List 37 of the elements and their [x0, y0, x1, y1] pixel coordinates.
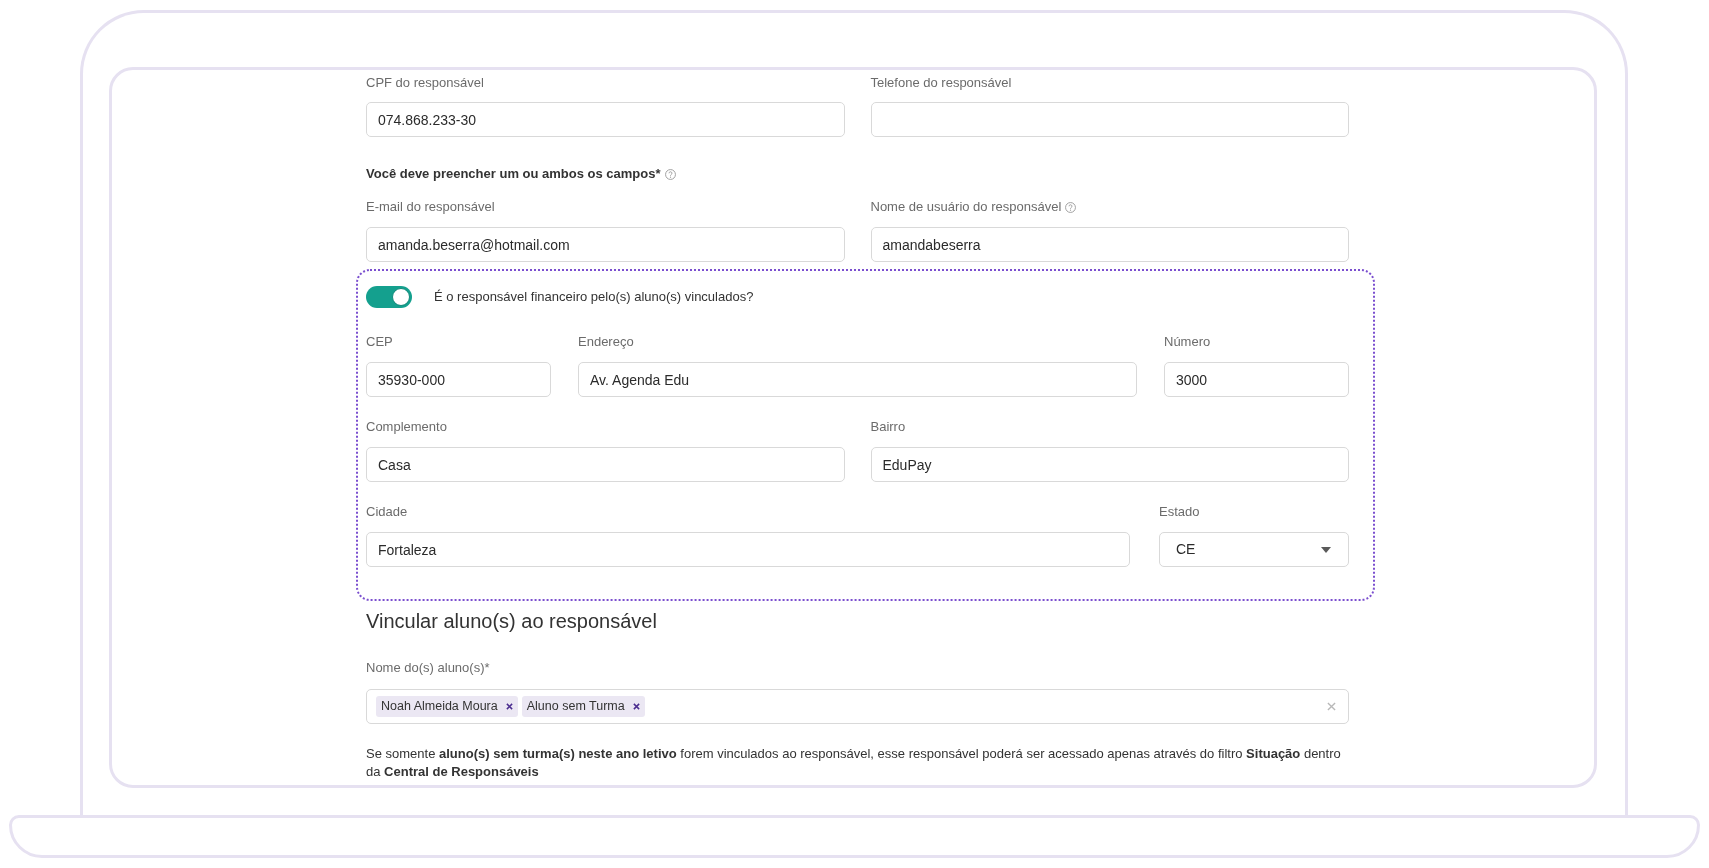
field-label: CEP: [366, 333, 393, 351]
student-chip[interactable]: Aluno sem Turma: [521, 696, 645, 717]
state-dropdown[interactable]: CE: [1159, 532, 1349, 567]
text-input[interactable]: 35930-000: [366, 362, 551, 397]
field-label: Nome de usuário do responsável: [870, 198, 1062, 216]
field-label: Telefone do responsável: [870, 74, 1012, 92]
text-input[interactable]: 074.868.233-30: [366, 102, 845, 137]
field-label: Nome do(s) aluno(s)*: [366, 659, 490, 677]
text-input[interactable]: amanda.beserra@hotmail.com: [366, 227, 845, 262]
text-input[interactable]: amandabeserra: [870, 227, 1349, 262]
field-label: Endereço: [578, 333, 634, 351]
help-icon[interactable]: [664, 168, 676, 180]
text-input[interactable]: Fortaleza: [366, 532, 1130, 567]
field-label: Cidade: [366, 503, 408, 521]
remove-icon[interactable]: [632, 703, 640, 710]
info-paragraph: Se somente aluno(s) sem turma(s) neste ano letivo forem vinculados ao responsável, esse responsável poderá ser acessado apenas através do filtro Situação dentro da Central de Responsáveis: [366, 745, 1342, 781]
student-chip[interactable]: Noah Almeida Moura: [376, 696, 518, 717]
text-input[interactable]: EduPay: [870, 447, 1349, 482]
student-multiselect[interactable]: Noah Almeida Moura Aluno sem Turma: [366, 689, 1349, 724]
toggle-label: É o responsável financeiro pelo(s) aluno(s) vinculados?: [434, 288, 754, 306]
text-input[interactable]: Av. Agenda Edu: [578, 362, 1137, 397]
field-label: Número: [1164, 333, 1211, 351]
caret-down-icon: [1321, 546, 1331, 553]
remove-icon[interactable]: [505, 703, 513, 710]
clear-icon[interactable]: [1327, 702, 1336, 711]
required-notice: Você deve preencher um ou ambos os campos*: [366, 165, 661, 183]
field-label: Complemento: [366, 418, 447, 436]
field-label: E-mail do responsável: [366, 198, 495, 216]
field-label: CPF do responsável: [366, 74, 484, 92]
text-input[interactable]: Casa: [366, 447, 845, 482]
toggle-switch[interactable]: [366, 286, 412, 308]
section-heading: Vincular aluno(s) ao responsável: [366, 609, 657, 634]
field-label: Bairro: [870, 418, 906, 436]
text-input[interactable]: [870, 102, 1349, 137]
help-icon[interactable]: [1065, 201, 1077, 213]
field-label: Estado: [1159, 503, 1200, 521]
text-input[interactable]: 3000: [1164, 362, 1349, 397]
